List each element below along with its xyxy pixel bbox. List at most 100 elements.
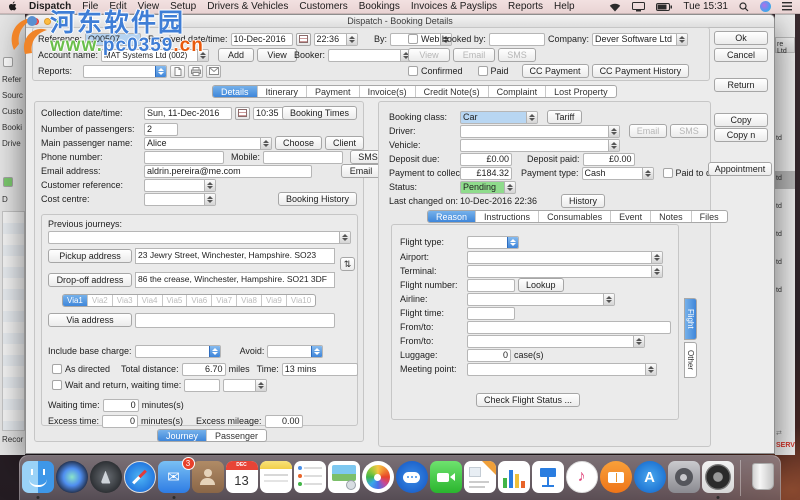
tab-details[interactable]: Details [213, 86, 258, 97]
meeting-point-dropdown[interactable] [467, 362, 657, 376]
appointment-button[interactable]: Appointment [708, 162, 772, 176]
tab-instructions[interactable]: Instructions [476, 211, 540, 222]
dock-photos-icon[interactable] [361, 461, 394, 493]
include-base-charge-dropdown[interactable] [134, 344, 221, 358]
customer-reference-dropdown[interactable] [144, 178, 216, 192]
sms-disabled-button[interactable]: SMS [498, 48, 536, 62]
time-field[interactable]: 13 mins [281, 362, 358, 376]
via-tab-10[interactable]: Via10 [287, 295, 315, 306]
tariff-button[interactable]: Tariff [547, 110, 583, 124]
dock-dispatch-app-icon[interactable] [701, 461, 734, 499]
menu-reports[interactable]: Reports [508, 1, 543, 12]
dock-facetime-icon[interactable] [429, 461, 462, 493]
wait-return-checkbox[interactable] [52, 380, 62, 390]
apple-menu-icon[interactable] [8, 1, 18, 12]
payment-to-collect-field[interactable]: £184.32 [460, 166, 512, 180]
tab-files[interactable]: Files [692, 211, 727, 222]
dock-mail-icon[interactable]: 3 ✉ [157, 457, 195, 499]
dock-siri-icon[interactable] [55, 461, 88, 493]
view-button[interactable]: View [257, 48, 298, 62]
reference-field[interactable]: Q00507 [85, 32, 142, 46]
lookup-button[interactable]: Lookup [518, 278, 564, 292]
email-address-field[interactable]: aldrin.pereira@me.com [144, 164, 312, 178]
dock-ibooks-icon[interactable] [599, 461, 632, 493]
via-address-field[interactable] [135, 312, 335, 328]
via-tab-8[interactable]: Via8 [237, 295, 262, 306]
from-to2-dropdown[interactable] [467, 334, 645, 348]
paid-checkbox[interactable] [477, 66, 488, 76]
payment-type-dropdown[interactable]: Cash [581, 166, 654, 180]
calendar-icon[interactable] [295, 32, 311, 46]
total-distance-field[interactable]: 6.70 [181, 362, 226, 376]
paid-to-driver-checkbox[interactable] [662, 168, 673, 178]
via-tab-1[interactable]: Via1 [63, 295, 88, 306]
main-passenger-dropdown[interactable]: Alice [144, 136, 272, 150]
email-button[interactable]: Email [341, 164, 381, 178]
dock-notes-icon[interactable] [259, 461, 292, 493]
terminal-dropdown[interactable] [467, 264, 663, 278]
airline-dropdown[interactable] [467, 292, 615, 306]
excess-time-field[interactable]: 0 [102, 414, 139, 428]
collection-date-field[interactable]: Sun, 11-Dec-2016 [144, 106, 232, 120]
other-side-tab[interactable]: Other [684, 342, 697, 378]
confirmed-checkbox[interactable] [408, 66, 418, 76]
via-tab-5[interactable]: Via5 [163, 295, 188, 306]
airport-dropdown[interactable] [467, 250, 663, 264]
tab-event[interactable]: Event [611, 211, 652, 222]
web-booked-checkbox[interactable] [408, 34, 418, 44]
menu-setup[interactable]: Setup [170, 1, 196, 12]
tab-complaint[interactable]: Complaint [489, 86, 547, 97]
background-checkbox-green[interactable] [3, 177, 13, 187]
menu-edit[interactable]: Edit [109, 1, 126, 12]
deposit-paid-field[interactable]: £0.00 [582, 152, 635, 166]
siri-menu-icon[interactable] [760, 1, 771, 12]
as-directed-checkbox[interactable] [52, 364, 62, 374]
add-button[interactable]: Add [218, 48, 255, 62]
dock-safari-icon[interactable] [123, 461, 156, 493]
dock-system-preferences-icon[interactable] [667, 461, 700, 493]
dropoff-address-field[interactable]: 86 the crease, Winchester, Hampshire. SO… [135, 272, 335, 288]
flight-side-tab[interactable]: Flight [684, 298, 697, 340]
driver-sms-button[interactable]: SMS [670, 124, 708, 138]
email-disabled-button[interactable]: Email [453, 48, 495, 62]
dock-finder-icon[interactable] [21, 461, 54, 499]
via-tab-9[interactable]: Via9 [262, 295, 287, 306]
via-tab-4[interactable]: Via4 [138, 295, 163, 306]
client-button[interactable]: Client [325, 136, 365, 150]
dock-trash-icon[interactable] [747, 461, 779, 493]
report-document-icon[interactable] [170, 64, 186, 78]
menu-bar-clock[interactable]: Tue 15:31 [683, 1, 728, 12]
copy-n-button[interactable]: Copy n [714, 128, 768, 142]
flight-type-dropdown[interactable] [467, 235, 519, 249]
status-dropdown[interactable]: Pending [460, 180, 516, 194]
booker-dropdown[interactable] [328, 48, 413, 62]
ok-button[interactable]: Ok [714, 31, 768, 45]
waiting-time-field[interactable]: 0 [102, 398, 139, 412]
menu-help[interactable]: Help [554, 1, 575, 12]
menu-drivers-vehicles[interactable]: Drivers & Vehicles [207, 1, 288, 12]
pickup-address-field[interactable]: 23 Jewry Street, Winchester, Hampshire. … [135, 248, 335, 264]
web-booked-field[interactable] [488, 32, 545, 46]
dock-launchpad-icon[interactable] [89, 461, 122, 493]
cost-centre-dropdown[interactable] [144, 192, 216, 206]
wait-time-unit-dropdown[interactable] [223, 378, 268, 392]
choose-button[interactable]: Choose [275, 136, 323, 150]
via-tab-6[interactable]: Via6 [187, 295, 213, 306]
return-button[interactable]: Return [714, 78, 768, 92]
tab-lost-property[interactable]: Lost Property [546, 86, 616, 97]
dock-pages-icon[interactable] [463, 461, 496, 493]
tab-passenger[interactable]: Passenger [207, 430, 266, 441]
tab-itinerary[interactable]: Itinerary [258, 86, 308, 97]
dock-numbers-icon[interactable] [497, 461, 530, 493]
dock-messages-icon[interactable] [395, 461, 428, 493]
view-disabled-button[interactable]: View [408, 48, 450, 62]
phone-field[interactable] [144, 150, 224, 164]
cancel-button[interactable]: Cancel [714, 48, 768, 62]
dock-calendar-icon[interactable]: DEC 13 [225, 461, 258, 493]
excess-mileage-field[interactable]: 0.00 [264, 414, 303, 428]
previous-journeys-dropdown[interactable] [48, 230, 351, 244]
tab-payment[interactable]: Payment [307, 86, 360, 97]
check-flight-status-button[interactable]: Check Flight Status ... [476, 393, 581, 407]
copy-button[interactable]: Copy [714, 113, 768, 127]
luggage-field[interactable]: 0 [467, 348, 511, 362]
